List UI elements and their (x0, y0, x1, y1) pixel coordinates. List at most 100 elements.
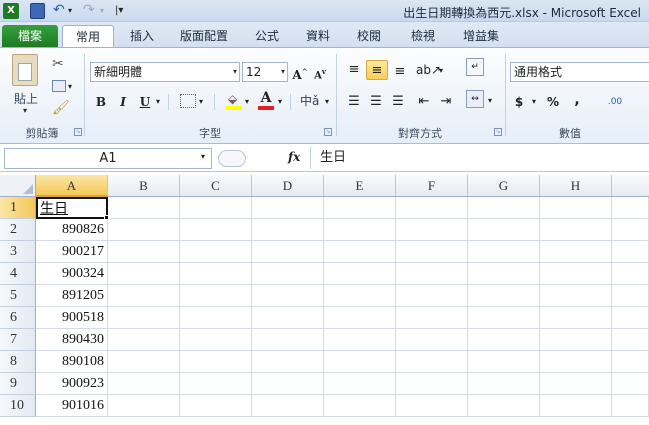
row-header[interactable]: 6 (0, 307, 36, 329)
currency-button[interactable]: $ (512, 92, 526, 112)
cell[interactable] (324, 285, 396, 307)
cell[interactable] (468, 395, 540, 417)
cell[interactable] (396, 285, 468, 307)
cell[interactable] (180, 329, 252, 351)
column-header-e[interactable]: E (324, 175, 396, 197)
percent-button[interactable]: % (544, 92, 562, 112)
tab-insert[interactable]: 插入 (118, 25, 166, 47)
cell[interactable] (108, 241, 180, 263)
cell-a[interactable]: 891205 (36, 285, 108, 307)
grow-font-button[interactable]: A^ (292, 62, 308, 82)
underline-button[interactable]: U (136, 92, 154, 112)
cell[interactable] (180, 285, 252, 307)
cell[interactable] (468, 351, 540, 373)
name-box-dropdown-icon[interactable]: ▾ (201, 152, 205, 161)
redo-dropdown-icon[interactable]: ▾ (100, 3, 108, 19)
font-name-combo[interactable]: 新細明體 ▾ (90, 62, 240, 82)
copy-icon[interactable] (52, 80, 66, 92)
cell[interactable] (396, 373, 468, 395)
cell[interactable] (108, 351, 180, 373)
fill-color-dropdown-icon[interactable]: ▾ (245, 97, 249, 106)
cell[interactable] (108, 197, 180, 219)
tab-addins[interactable]: 增益集 (451, 25, 511, 47)
cell[interactable] (252, 263, 324, 285)
redo-icon[interactable]: ↷ (83, 3, 97, 19)
align-bottom-icon[interactable]: ≡ (390, 62, 410, 82)
cell[interactable] (252, 197, 324, 219)
align-middle-icon[interactable]: ≡ (366, 60, 388, 80)
tab-file[interactable]: 檔案 (2, 25, 58, 47)
clipboard-launcher-icon[interactable]: ↘ (74, 128, 82, 136)
cell[interactable] (252, 351, 324, 373)
cell[interactable] (396, 263, 468, 285)
font-color-dropdown-icon[interactable]: ▾ (278, 97, 282, 106)
cell-a[interactable]: 900324 (36, 263, 108, 285)
phonetic-dropdown-icon[interactable]: ▾ (325, 97, 329, 106)
wrap-text-icon[interactable]: ↵ (466, 58, 484, 76)
cell[interactable] (540, 307, 612, 329)
cell[interactable] (612, 329, 649, 351)
cell[interactable] (468, 285, 540, 307)
copy-dropdown-icon[interactable]: ▾ (68, 82, 72, 91)
cell[interactable] (468, 373, 540, 395)
tab-review[interactable]: 校閱 (345, 25, 393, 47)
fill-color-icon[interactable]: ⬙ (226, 92, 242, 110)
increase-decimal-button[interactable]: .00 (602, 92, 628, 112)
row-header[interactable]: 9 (0, 373, 36, 395)
currency-dropdown-icon[interactable]: ▾ (532, 97, 536, 106)
cell[interactable] (612, 263, 649, 285)
cell-a[interactable]: 900518 (36, 307, 108, 329)
cell[interactable] (468, 329, 540, 351)
format-painter-icon[interactable]: 🖌 (52, 100, 70, 116)
cell-a[interactable]: 生日 (36, 197, 108, 219)
bold-button[interactable]: B (92, 92, 110, 112)
cell[interactable] (540, 329, 612, 351)
cell[interactable] (612, 395, 649, 417)
paste-dropdown-icon[interactable]: ▾ (23, 106, 27, 115)
cell[interactable] (324, 395, 396, 417)
row-header[interactable]: 8 (0, 351, 36, 373)
cell-a[interactable]: 900923 (36, 373, 108, 395)
name-box[interactable]: A1 (4, 148, 212, 169)
paste-icon[interactable] (12, 54, 38, 86)
row-header[interactable]: 1 (0, 197, 36, 219)
tab-page-layout[interactable]: 版面配置 (168, 25, 240, 47)
column-header-h[interactable]: H (540, 175, 612, 197)
cell[interactable] (396, 197, 468, 219)
merge-center-icon[interactable]: ↔ (466, 90, 484, 108)
align-top-icon[interactable]: ≡ (344, 60, 364, 80)
alignment-launcher-icon[interactable]: ↘ (494, 128, 502, 136)
cell[interactable] (540, 241, 612, 263)
cell[interactable] (612, 285, 649, 307)
fill-handle[interactable] (104, 215, 109, 220)
cell[interactable] (324, 263, 396, 285)
orientation-dropdown-icon[interactable]: ▾ (439, 66, 443, 75)
cell[interactable] (324, 241, 396, 263)
undo-dropdown-icon[interactable]: ▾ (68, 3, 76, 19)
cell[interactable] (612, 351, 649, 373)
row-header[interactable]: 4 (0, 263, 36, 285)
cell[interactable] (468, 307, 540, 329)
column-header-c[interactable]: C (180, 175, 252, 197)
font-size-combo[interactable]: 12 ▾ (242, 62, 288, 82)
font-color-icon[interactable]: A (258, 90, 274, 110)
cell[interactable] (252, 395, 324, 417)
cell[interactable] (540, 351, 612, 373)
cell[interactable] (612, 219, 649, 241)
cell[interactable] (612, 373, 649, 395)
row-header[interactable]: 10 (0, 395, 36, 417)
cell[interactable] (252, 329, 324, 351)
cell[interactable] (540, 219, 612, 241)
undo-icon[interactable]: ↶ (53, 3, 67, 19)
excel-app-icon[interactable]: X (3, 3, 19, 19)
cell-a[interactable]: 890108 (36, 351, 108, 373)
row-header[interactable]: 2 (0, 219, 36, 241)
borders-icon[interactable] (180, 94, 196, 108)
cell[interactable] (612, 241, 649, 263)
align-left-icon[interactable]: ☰ (344, 92, 364, 112)
cell[interactable] (180, 241, 252, 263)
save-icon[interactable] (30, 3, 45, 19)
cell[interactable] (540, 395, 612, 417)
cell[interactable] (180, 219, 252, 241)
cell[interactable] (396, 329, 468, 351)
